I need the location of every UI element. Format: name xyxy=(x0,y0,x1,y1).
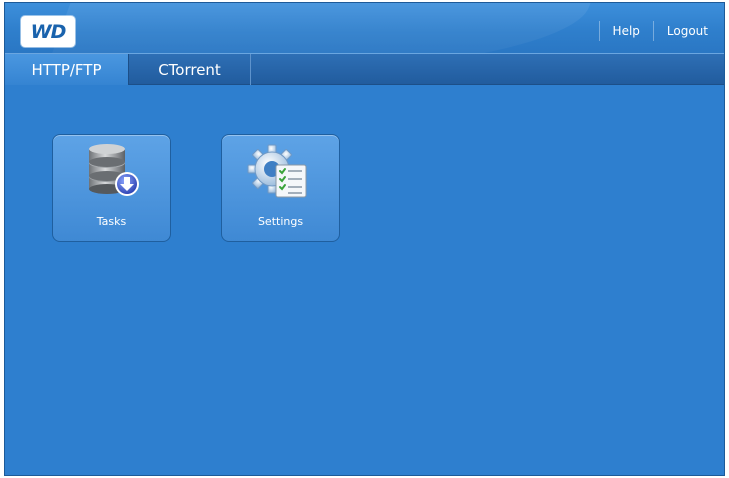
tab-bar: HTTP/FTP CTorrent xyxy=(5,53,724,85)
header-sheen xyxy=(44,3,606,53)
help-link[interactable]: Help xyxy=(613,24,640,38)
settings-tile[interactable]: Settings xyxy=(221,134,340,242)
header-bar: WD Help Logout xyxy=(5,3,724,53)
tab-http-ftp[interactable]: HTTP/FTP xyxy=(5,54,128,85)
divider xyxy=(598,21,600,41)
logout-link[interactable]: Logout xyxy=(667,24,708,38)
gear-checklist-icon xyxy=(247,144,307,198)
tab-ctorrent[interactable]: CTorrent xyxy=(128,54,251,85)
app-window: WD Help Logout HTTP/FTP CTorrent Tasks S… xyxy=(4,2,725,476)
tasks-tile[interactable]: Tasks xyxy=(52,134,171,242)
divider xyxy=(652,21,654,41)
database-download-icon xyxy=(89,144,139,196)
settings-label: Settings xyxy=(257,215,304,228)
top-links: Help Logout xyxy=(586,21,708,41)
tasks-label: Tasks xyxy=(96,215,127,228)
wd-logo[interactable]: WD xyxy=(21,16,75,47)
logo-text: WD xyxy=(30,20,67,43)
